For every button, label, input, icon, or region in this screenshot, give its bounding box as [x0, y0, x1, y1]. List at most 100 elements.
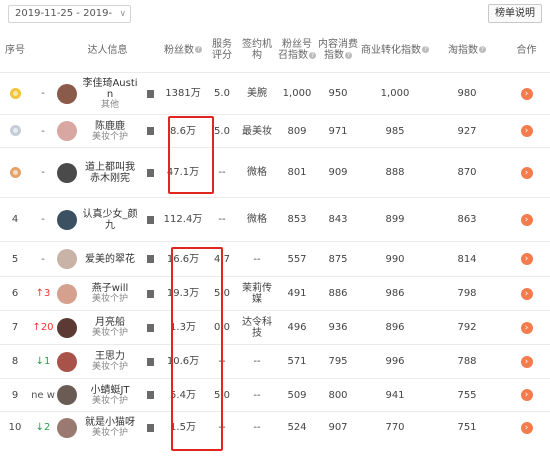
influencer-name[interactable]: 认真少女_颜九 [81, 209, 139, 231]
agency-cell: 微格 [237, 197, 277, 242]
rank-change-cell: ne w [30, 378, 56, 412]
avatar[interactable] [57, 317, 77, 338]
chevron-right-icon[interactable]: › [520, 321, 533, 334]
influencer-name[interactable]: 王思力 [95, 351, 125, 362]
service-cell: 5.0 [207, 72, 237, 115]
table-row[interactable]: 7 ↑20 月亮船 美妆个护 1.3万 0.0 达令科技 496 936 896 792 › [0, 310, 550, 345]
influencer-name[interactable]: 爱美的翠花 [85, 254, 135, 265]
influencer-info[interactable]: 陈鹿鹿 美妆个护 [57, 121, 158, 142]
date-range-select[interactable]: 2019-11-25 - 2019- ∨ [8, 5, 132, 23]
fans-value: 16.6万 [166, 253, 200, 265]
commerce-index-value: 888 [385, 167, 405, 178]
coop-cell[interactable]: › [503, 147, 550, 198]
coop-cell[interactable]: › [503, 411, 550, 444]
coop-cell[interactable]: › [503, 241, 550, 277]
influencer-info[interactable]: 燕子will 美妆个护 [57, 283, 158, 304]
chevron-right-icon[interactable]: › [520, 125, 533, 137]
ranking-info-button[interactable]: 榜单说明 [488, 4, 542, 23]
avatar[interactable] [57, 121, 77, 141]
table-header: 序号 达人信息 粉丝数? 服务评分 签约机构 粉丝号召指数? 内容消费指数? 商… [0, 28, 550, 73]
help-icon[interactable]: ? [345, 51, 352, 59]
influencer-name[interactable]: 陈鹿鹿 [95, 121, 125, 132]
header-fans[interactable]: 粉丝数? [159, 28, 207, 73]
coop-cell[interactable]: › [503, 197, 550, 242]
chevron-right-icon[interactable]: › [520, 87, 533, 100]
influencer-cell[interactable]: 道上都叫我赤木刚宪 [56, 147, 159, 198]
influencer-info[interactable]: 李佳琦Austin 其他 [57, 78, 158, 110]
influencer-cell[interactable]: 燕子will 美妆个护 [56, 276, 159, 311]
coop-cell[interactable]: › [503, 344, 550, 379]
influencer-info[interactable]: 王思力 美妆个护 [57, 351, 158, 372]
influencer-info[interactable]: 就是小猫呀 美妆个护 [57, 417, 158, 438]
header-content-index[interactable]: 内容消费指数? [317, 28, 359, 73]
table-row[interactable]: 10 ↓2 就是小猫呀 美妆个护 1.5万 -- -- 524 907 770 751 › [0, 411, 550, 444]
agency-value: -- [253, 356, 261, 367]
influencer-category: 其他 [100, 99, 119, 110]
chevron-right-icon[interactable]: › [520, 253, 533, 265]
fans-value: 19.3万 [166, 288, 200, 299]
content-index-cell: 907 [317, 411, 359, 444]
table-row[interactable]: - 李佳琦Austin 其他 1381万 5.0 美腕 1,000 950 1,000 980 › [0, 72, 550, 115]
header-commerce-index-label: 商业转化指数 [361, 44, 421, 56]
influencer-cell[interactable]: 王思力 美妆个护 [56, 344, 159, 379]
avatar[interactable] [57, 209, 77, 230]
chevron-right-icon[interactable]: › [520, 287, 533, 300]
header-fans-index[interactable]: 粉丝号召指数? [277, 28, 317, 73]
avatar[interactable] [57, 162, 77, 183]
chevron-right-icon[interactable]: › [520, 355, 533, 368]
influencer-cell[interactable]: 李佳琦Austin 其他 [56, 72, 159, 115]
influencer-name[interactable]: 月亮船 [95, 317, 125, 328]
content-index-value: 886 [328, 288, 348, 299]
influencer-info[interactable]: 小蜻蜓JT 美妆个护 [57, 385, 158, 406]
influencer-info[interactable]: 爱美的翠花 [57, 249, 158, 269]
influencer-info[interactable]: 认真少女_颜九 [57, 209, 158, 231]
influencer-names: 燕子will 美妆个护 [81, 283, 139, 304]
influencer-name[interactable]: 燕子will [92, 283, 129, 294]
chevron-right-icon[interactable]: › [520, 421, 533, 434]
header-tao-index[interactable]: 淘指数? [431, 28, 503, 73]
influencer-info[interactable]: 月亮船 美妆个护 [57, 317, 158, 338]
avatar[interactable] [57, 283, 77, 304]
avatar[interactable] [57, 351, 77, 372]
influencer-cell[interactable]: 认真少女_颜九 [56, 197, 159, 242]
table-row[interactable]: 9 ne w 小蜻蜓JT 美妆个护 5.4万 5.0 -- 509 800 941 755 › [0, 378, 550, 412]
influencer-cell[interactable]: 小蜻蜓JT 美妆个护 [56, 378, 159, 412]
influencer-name[interactable]: 就是小猫呀 [85, 417, 135, 428]
tao-index-value: 751 [457, 422, 477, 434]
table-row[interactable]: - 道上都叫我赤木刚宪 47.1万 -- 微格 801 909 888 870 › [0, 147, 550, 198]
agency-value: 达令科技 [242, 316, 272, 339]
coop-cell[interactable]: › [503, 310, 550, 345]
influencer-cell[interactable]: 月亮船 美妆个护 [56, 310, 159, 345]
chevron-right-icon[interactable]: › [520, 389, 533, 401]
avatar[interactable] [57, 83, 77, 104]
help-icon[interactable]: ? [309, 51, 316, 59]
influencer-cell[interactable]: 就是小猫呀 美妆个护 [56, 411, 159, 444]
chevron-right-icon[interactable]: › [520, 213, 533, 226]
coop-cell[interactable]: › [503, 378, 550, 412]
table-row[interactable]: - 陈鹿鹿 美妆个护 8.6万 5.0 最美妆 809 971 985 927 › [0, 114, 550, 148]
chevron-down-icon: ∨ [119, 9, 127, 19]
avatar[interactable] [57, 249, 77, 269]
influencer-name[interactable]: 小蜻蜓JT [90, 385, 129, 396]
influencer-name[interactable]: 李佳琦Austin [81, 78, 139, 100]
table-row[interactable]: 8 ↓1 王思力 美妆个护 10.6万 -- -- 571 795 996 788 › [0, 344, 550, 379]
coop-cell[interactable]: › [503, 114, 550, 148]
table-row[interactable]: 4 - 认真少女_颜九 112.4万 -- 微格 853 843 899 863 › [0, 197, 550, 242]
help-icon[interactable]: ? [422, 46, 429, 53]
influencer-info[interactable]: 道上都叫我赤木刚宪 [57, 162, 158, 184]
influencer-category: 美妆个护 [91, 131, 128, 142]
avatar[interactable] [57, 385, 77, 405]
coop-cell[interactable]: › [503, 276, 550, 311]
avatar[interactable] [57, 417, 77, 438]
fans-cell: 1.5万 [159, 411, 207, 444]
influencer-cell[interactable]: 陈鹿鹿 美妆个护 [56, 114, 159, 148]
table-row[interactable]: 6 ↑3 燕子will 美妆个护 19.3万 5.0 茉莉传媒 491 886 986 798 › [0, 276, 550, 311]
help-icon[interactable]: ? [479, 46, 486, 53]
influencer-name[interactable]: 道上都叫我赤木刚宪 [81, 162, 139, 184]
influencer-cell[interactable]: 爱美的翠花 [56, 241, 159, 277]
header-commerce-index[interactable]: 商业转化指数? [359, 28, 431, 73]
table-row[interactable]: 5 - 爱美的翠花 16.6万 4.7 -- 557 875 990 814 › [0, 241, 550, 277]
coop-cell[interactable]: › [503, 72, 550, 115]
chevron-right-icon[interactable]: › [520, 166, 533, 179]
help-icon[interactable]: ? [195, 46, 202, 53]
